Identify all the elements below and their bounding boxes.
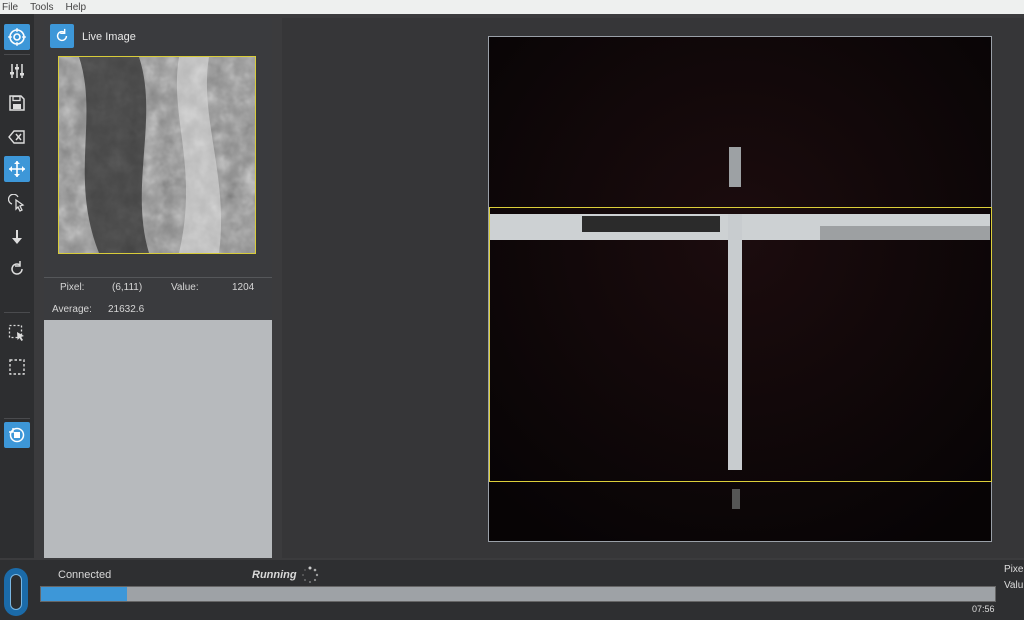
roi-button[interactable] <box>4 354 30 380</box>
delete-icon <box>8 130 25 144</box>
progress-bar <box>40 586 996 602</box>
live-image-texture <box>59 57 255 253</box>
pixel-label: Pixel: <box>60 282 85 293</box>
pixel-readout-label: Pixe <box>1004 564 1024 575</box>
roi-rectangle[interactable] <box>489 207 992 482</box>
target-icon <box>8 28 26 46</box>
tool-sidebar <box>0 14 34 558</box>
delete-button[interactable] <box>4 124 30 150</box>
adjust-button[interactable] <box>4 58 30 84</box>
select-pointer-icon <box>8 324 24 341</box>
thumbnail-area <box>44 54 272 277</box>
menu-file[interactable]: File <box>2 2 18 13</box>
connection-toggle[interactable] <box>4 568 28 616</box>
elapsed-time: 07:56 <box>972 604 995 614</box>
panel-title: Live Image <box>82 31 136 43</box>
reset-view-icon <box>9 427 25 443</box>
refresh-icon <box>11 261 23 275</box>
live-image-header: Live Image <box>44 18 272 54</box>
menu-help[interactable]: Help <box>65 2 86 13</box>
move-button[interactable] <box>4 156 30 182</box>
menu-tools[interactable]: Tools <box>30 2 53 13</box>
save-button[interactable] <box>4 90 30 116</box>
arrow-down-icon <box>12 230 22 244</box>
live-image-panel: Live Image Pixel: (6,111) Value: 1204 Av… <box>44 18 272 558</box>
reset-view-button[interactable] <box>4 422 30 448</box>
pointer-click-icon <box>8 194 25 212</box>
live-refresh-button[interactable] <box>50 24 74 48</box>
selection-box-icon <box>9 359 25 375</box>
save-icon <box>9 95 25 111</box>
value-readout-label: Valu <box>1004 580 1024 591</box>
sliders-icon <box>10 64 24 78</box>
run-status: Running <box>252 569 297 581</box>
average-value: 21632.6 <box>108 304 145 315</box>
average-label: Average: <box>52 304 92 315</box>
menu-bar: File Tools Help <box>0 0 1024 14</box>
value-label: Value: <box>171 282 199 293</box>
pixel-info: Pixel: (6,111) Value: 1204 Average: 2163… <box>44 277 272 320</box>
target-button[interactable] <box>4 24 30 50</box>
progress-fill <box>41 587 127 601</box>
refresh-button[interactable] <box>4 256 30 282</box>
spinner-icon <box>302 566 319 583</box>
pick-button[interactable] <box>4 190 30 216</box>
pixel-value: (6,111) <box>112 282 143 293</box>
sync-icon <box>56 28 68 42</box>
value-value: 1204 <box>232 282 255 293</box>
select-button[interactable] <box>4 320 30 346</box>
move-icon <box>9 161 25 177</box>
download-button[interactable] <box>4 224 30 250</box>
connection-status: Connected <box>58 569 112 581</box>
live-image-thumbnail[interactable] <box>58 56 256 254</box>
